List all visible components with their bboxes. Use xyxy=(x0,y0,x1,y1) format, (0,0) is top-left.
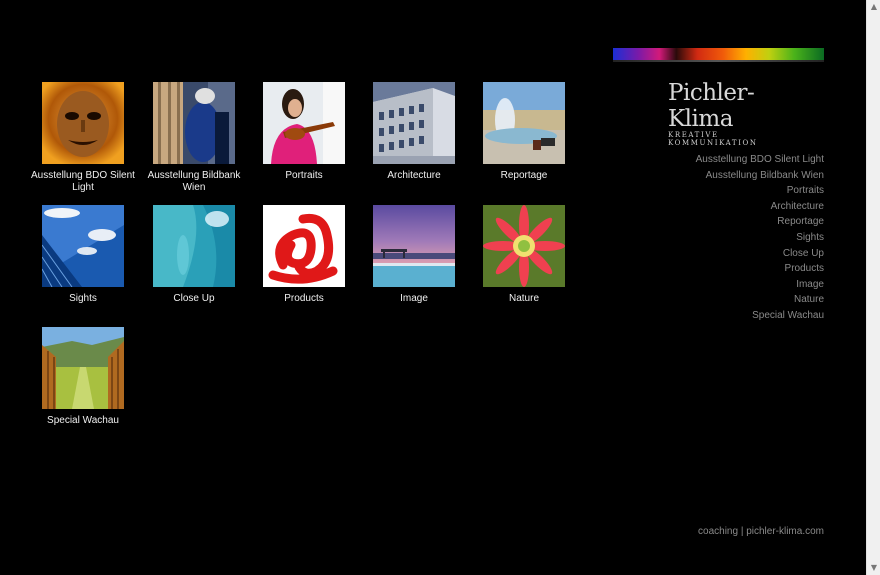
gallery-item-sights[interactable]: Sights xyxy=(28,205,138,305)
water-photo-icon[interactable] xyxy=(153,205,235,287)
gallery-caption: Image xyxy=(400,293,428,304)
gallery-caption: Ausstellung BDO Silent Light xyxy=(31,170,135,193)
sky-photo-icon[interactable] xyxy=(42,205,124,287)
gallery-item-nature[interactable]: Nature xyxy=(469,205,579,305)
gallery-caption: Nature xyxy=(508,293,539,304)
logo-title: Pichler-Klima xyxy=(668,80,755,132)
gallery-item-architecture[interactable]: Architecture xyxy=(359,82,469,182)
gallery-caption: Architecture xyxy=(387,170,441,181)
gallery-item-products[interactable]: Products xyxy=(249,205,359,305)
nav-link-image[interactable]: Image xyxy=(696,277,824,293)
gallery-item-reportage[interactable]: Reportage xyxy=(469,82,579,182)
nav-link-products[interactable]: Products xyxy=(696,261,824,277)
fountain-photo-icon[interactable] xyxy=(483,82,565,164)
nav-link-special-wachau[interactable]: Special Wachau xyxy=(696,308,824,324)
nav-link-nature[interactable]: Nature xyxy=(696,292,824,308)
gallery-caption: Ausstellung Bildbank Wien xyxy=(147,170,241,193)
people-photo-icon[interactable] xyxy=(153,82,235,164)
gallery-caption: Sights xyxy=(69,293,97,304)
gallery-item-image[interactable]: Image xyxy=(359,205,469,305)
nav-link-close-up[interactable]: Close Up xyxy=(696,246,824,262)
nav-link-sights[interactable]: Sights xyxy=(696,230,824,246)
gallery-item-portraits[interactable]: Portraits xyxy=(249,82,359,182)
vineyard-photo-icon[interactable] xyxy=(42,327,124,409)
footer-link[interactable]: coaching | pichler-klima.com xyxy=(698,526,824,537)
logo[interactable]: Pichler-Klima KREATIVE KOMMUNIKATION xyxy=(668,80,808,147)
gallery-item-ausstellung-bildbank[interactable]: Ausstellung Bildbank Wien xyxy=(139,82,249,194)
page: Pichler-Klima KREATIVE KOMMUNIKATION Aus… xyxy=(0,0,866,575)
nav-link-ausstellung-bdo[interactable]: Ausstellung BDO Silent Light xyxy=(696,152,824,168)
flower-photo-icon[interactable] xyxy=(483,205,565,287)
gallery-item-ausstellung-bdo[interactable]: Ausstellung BDO Silent Light xyxy=(28,82,138,194)
building-photo-icon[interactable] xyxy=(373,82,455,164)
logo-subtitle: KREATIVE KOMMUNIKATION xyxy=(668,131,758,147)
nav-link-architecture[interactable]: Architecture xyxy=(696,199,824,215)
gallery-item-special-wachau[interactable]: Special Wachau xyxy=(28,327,138,427)
vertical-scrollbar[interactable]: ▲ ▼ xyxy=(866,0,880,575)
gallery-caption: Special Wachau xyxy=(47,415,119,426)
gallery-item-close-up[interactable]: Close Up xyxy=(139,205,249,305)
gallery-caption: Products xyxy=(284,293,324,304)
sidebar-nav: Ausstellung BDO Silent Light Ausstellung… xyxy=(696,152,824,324)
scroll-up-icon[interactable]: ▲ xyxy=(867,0,880,14)
color-banner xyxy=(613,48,824,62)
pool-photo-icon[interactable] xyxy=(373,205,455,287)
gallery-caption: Portraits xyxy=(285,170,323,181)
violinist-photo-icon[interactable] xyxy=(263,82,345,164)
nav-link-ausstellung-bildbank[interactable]: Ausstellung Bildbank Wien xyxy=(696,168,824,184)
gallery-caption: Close Up xyxy=(173,293,215,304)
mask-photo-icon[interactable] xyxy=(42,82,124,164)
gallery-caption: Reportage xyxy=(500,170,548,181)
red-ribbon-photo-icon[interactable] xyxy=(263,205,345,287)
nav-link-portraits[interactable]: Portraits xyxy=(696,183,824,199)
scroll-down-icon[interactable]: ▼ xyxy=(867,561,880,575)
nav-link-reportage[interactable]: Reportage xyxy=(696,214,824,230)
